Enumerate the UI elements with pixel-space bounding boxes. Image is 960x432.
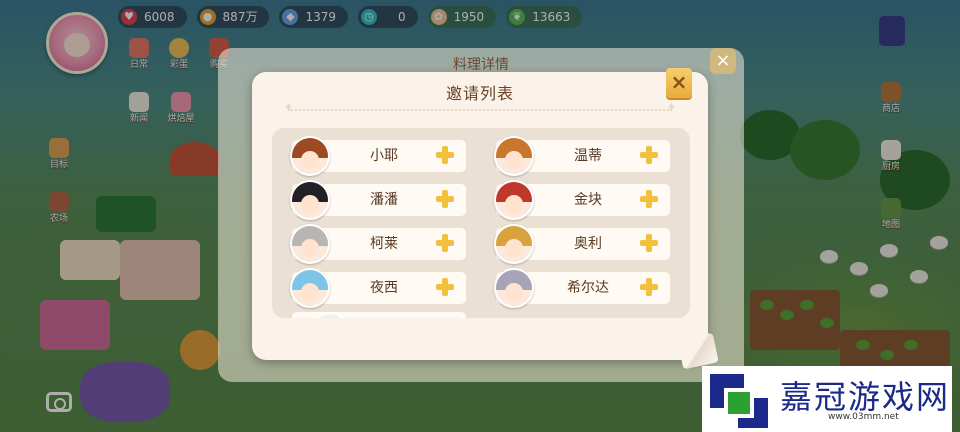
friend-avatar — [290, 268, 330, 308]
friend-avatar — [290, 136, 330, 176]
friend-row[interactable]: 金块 — [494, 180, 670, 220]
plus-icon[interactable] — [436, 146, 454, 164]
friend-avatar — [312, 312, 348, 318]
friend-avatar — [494, 136, 534, 176]
friend-name: 小耶 — [370, 148, 398, 164]
friend-name: 温蒂 — [574, 148, 602, 164]
friend-name: 潘潘 — [370, 192, 398, 208]
friend-avatar — [494, 180, 534, 220]
title-divider — [284, 102, 676, 113]
plus-icon[interactable] — [436, 234, 454, 252]
friend-list[interactable]: 小耶 温蒂潘潘 金块柯莱 奥利夜西 希尔达 — [272, 128, 690, 318]
friend-avatar — [290, 180, 330, 220]
invite-dialog: 邀请列表 × 小耶 温蒂潘潘 金块柯莱 奥利夜西 希尔达 — [252, 68, 719, 370]
friend-row[interactable]: 柯莱 — [290, 224, 466, 264]
friend-row[interactable]: 潘潘 — [290, 180, 466, 220]
plus-icon[interactable] — [640, 146, 658, 164]
friend-row-partial — [292, 312, 466, 318]
friend-avatar — [290, 224, 330, 264]
friend-row[interactable]: 奥利 — [494, 224, 670, 264]
friend-avatar — [494, 268, 534, 308]
plus-icon[interactable] — [640, 190, 658, 208]
plus-icon[interactable] — [640, 234, 658, 252]
friend-row[interactable]: 温蒂 — [494, 136, 670, 176]
plus-icon[interactable] — [640, 278, 658, 296]
invite-dialog-title: 邀请列表 — [445, 84, 514, 103]
watermark: 嘉冠游戏网 www.03mm.net — [702, 366, 952, 432]
brand-logo — [710, 374, 768, 428]
close-button[interactable]: × — [666, 68, 692, 98]
friend-row[interactable]: 夜西 — [290, 268, 466, 308]
recipe-detail-close-button[interactable]: × — [710, 48, 736, 74]
friend-name: 奥利 — [574, 236, 602, 252]
plus-icon[interactable] — [436, 278, 454, 296]
friend-name: 希尔达 — [567, 280, 609, 296]
friend-avatar — [494, 224, 534, 264]
friend-row[interactable]: 小耶 — [290, 136, 466, 176]
friend-row[interactable]: 希尔达 — [494, 268, 670, 308]
watermark-url: www.03mm.net — [828, 412, 899, 422]
friend-name: 夜西 — [370, 280, 398, 296]
friend-name: 柯莱 — [370, 236, 398, 252]
plus-icon[interactable] — [436, 190, 454, 208]
friend-name: 金块 — [574, 192, 602, 208]
